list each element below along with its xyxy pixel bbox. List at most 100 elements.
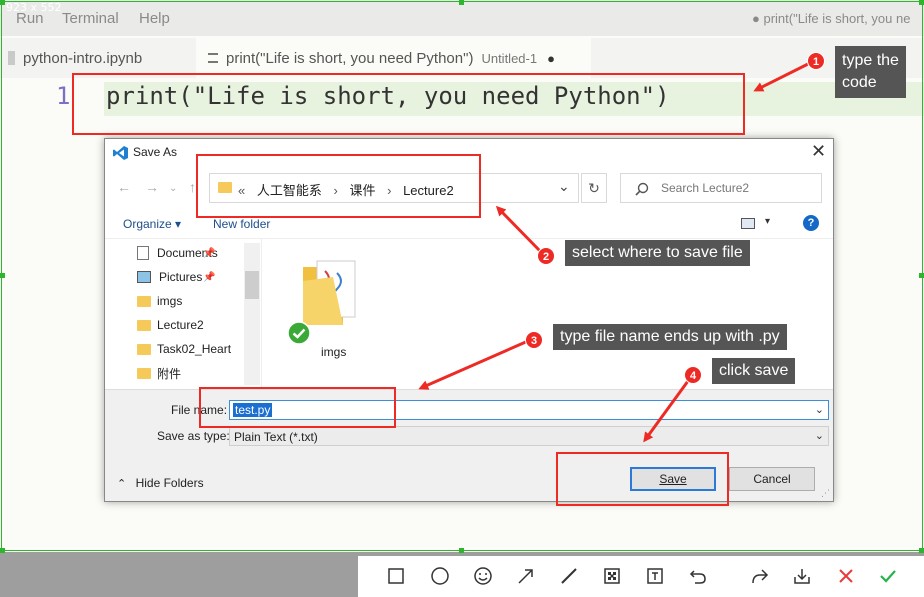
screenshot-root: Run Terminal Help ● print("Life is short…	[0, 0, 924, 597]
resize-handle[interactable]	[0, 273, 5, 278]
highlight-box-code	[72, 73, 745, 135]
highlight-box-filename	[199, 387, 396, 428]
close-icon[interactable]: ✕	[811, 141, 826, 162]
folder-icon	[137, 367, 151, 379]
resize-handle[interactable]	[0, 548, 5, 553]
folder-icon	[137, 343, 151, 355]
highlight-box-save	[556, 452, 729, 506]
nav-item-label: Task02_Heart	[157, 342, 232, 356]
unsaved-dot-icon[interactable]: ●	[547, 51, 555, 66]
nav-item-label: Lecture2	[157, 318, 204, 332]
menu-help[interactable]: Help	[139, 10, 170, 27]
tab-label: print("Life is short, you need Python")	[226, 49, 474, 67]
resize-handle[interactable]	[919, 0, 924, 5]
nav-item-label: 附件	[157, 366, 182, 381]
save-type-value: Plain Text (*.txt)	[234, 430, 318, 444]
tab-bar: python-intro.ipynb print("Life is short,…	[0, 38, 924, 78]
undo-icon[interactable]	[686, 564, 710, 588]
nav-item-documents[interactable]: Documents 📌	[137, 243, 218, 263]
menu-bar: Run Terminal Help ● print("Life is short…	[0, 0, 924, 36]
mosaic-icon[interactable]	[600, 564, 624, 588]
help-icon[interactable]: ?	[803, 215, 819, 231]
resize-grip-icon[interactable]: ⋰	[821, 488, 830, 499]
save-type-select[interactable]: Plain Text (*.txt) ⌄	[229, 426, 829, 446]
hide-folders-toggle[interactable]: ⌃ Hide Folders	[117, 476, 204, 490]
back-arrow-icon[interactable]: ←	[117, 179, 131, 195]
chevron-up-icon: ⌃	[117, 478, 127, 490]
tab-label: python-intro.ipynb	[23, 49, 143, 67]
nav-scrollbar-thumb[interactable]	[245, 271, 259, 299]
tab-secondary-label: Untitled-1	[481, 50, 538, 66]
resize-handle[interactable]	[919, 273, 924, 278]
documents-icon	[137, 246, 149, 260]
search-box[interactable]: Search Lecture2	[620, 173, 822, 203]
resize-handle[interactable]	[0, 0, 5, 5]
nav-item-attachments[interactable]: 附件	[137, 363, 181, 383]
menu-terminal[interactable]: Terminal	[62, 10, 119, 27]
nav-item-imgs[interactable]: imgs	[137, 291, 182, 311]
address-dropdown-icon[interactable]: ⌄	[558, 178, 570, 195]
new-folder-button[interactable]: New folder	[213, 217, 270, 231]
pin-icon: 📌	[203, 271, 216, 283]
search-placeholder: Search Lecture2	[661, 181, 750, 195]
confirm-icon[interactable]	[876, 564, 900, 588]
resize-handle[interactable]	[459, 0, 464, 5]
rectangle-icon[interactable]	[384, 564, 408, 588]
emoji-icon[interactable]	[471, 564, 495, 588]
annotation-callout-4: click save	[712, 358, 796, 384]
pen-icon[interactable]	[557, 564, 581, 588]
annotation-badge-4: 4	[684, 366, 702, 384]
cancel-icon[interactable]	[834, 564, 858, 588]
resize-handle[interactable]	[919, 548, 924, 553]
recent-chevron-icon[interactable]: ⌄	[169, 183, 177, 194]
file-icon	[8, 51, 15, 65]
folder-item-imgs[interactable]: imgs	[283, 249, 383, 369]
line-number: 1	[56, 82, 71, 110]
capture-toolbar	[358, 556, 924, 597]
annotation-badge-1: 1	[807, 52, 825, 70]
vscode-logo-icon	[113, 146, 128, 160]
folder-icon	[137, 295, 151, 307]
annotation-callout-2: select where to save file	[565, 240, 750, 266]
nav-item-pictures[interactable]: Pictures 📌	[137, 267, 215, 287]
pin-icon: 📌	[203, 247, 216, 259]
resize-handle[interactable]	[459, 548, 464, 553]
arrow-icon[interactable]	[514, 564, 538, 588]
nav-item-task02-heart[interactable]: Task02_Heart	[137, 339, 231, 359]
pictures-icon	[137, 271, 151, 283]
view-dropdown-icon[interactable]: ▾	[765, 216, 770, 227]
nav-scrollbar[interactable]	[244, 243, 260, 385]
text-icon[interactable]	[643, 564, 667, 588]
refresh-icon[interactable]: ↻	[581, 173, 607, 203]
annotation-badge-3: 3	[525, 331, 543, 349]
download-icon[interactable]	[790, 564, 814, 588]
hide-folders-label: Hide Folders	[135, 476, 204, 490]
share-icon[interactable]	[748, 564, 772, 588]
forward-arrow-icon[interactable]: →	[145, 179, 159, 195]
chevron-down-icon[interactable]: ⌄	[815, 403, 824, 416]
highlight-box-location	[196, 154, 481, 218]
annotation-badge-2: 2	[537, 247, 555, 265]
nav-item-label: imgs	[157, 294, 183, 308]
organize-menu[interactable]: Organize ▾	[123, 217, 181, 231]
up-arrow-icon[interactable]: ↑	[189, 179, 196, 195]
text-lines-icon	[208, 53, 218, 63]
callout-line: type the	[842, 52, 899, 69]
chevron-down-icon: ⌄	[814, 430, 824, 442]
sync-check-icon	[287, 321, 311, 345]
dialog-title: Save As	[133, 145, 178, 159]
save-type-label: Save as type:	[157, 429, 230, 443]
view-options-icon[interactable]	[741, 218, 755, 229]
ellipse-icon[interactable]	[428, 564, 452, 588]
callout-line: code	[842, 74, 877, 91]
tab-untitled-1[interactable]: print("Life is short, you need Python") …	[196, 38, 591, 78]
search-icon	[635, 182, 649, 196]
folder-item-label: imgs	[321, 345, 347, 359]
navigation-pane: Documents 📌 Pictures 📌 imgs Lecture2 Tas…	[105, 239, 262, 387]
cancel-button[interactable]: Cancel	[729, 467, 815, 491]
tab-python-intro[interactable]: python-intro.ipynb	[0, 38, 190, 78]
annotation-callout-3: type file name ends up with .py	[553, 324, 787, 350]
annotation-callout-1: type the code	[835, 46, 906, 98]
nav-item-lecture2[interactable]: Lecture2	[137, 315, 204, 335]
window-title: ● print("Life is short, you ne	[752, 11, 911, 26]
